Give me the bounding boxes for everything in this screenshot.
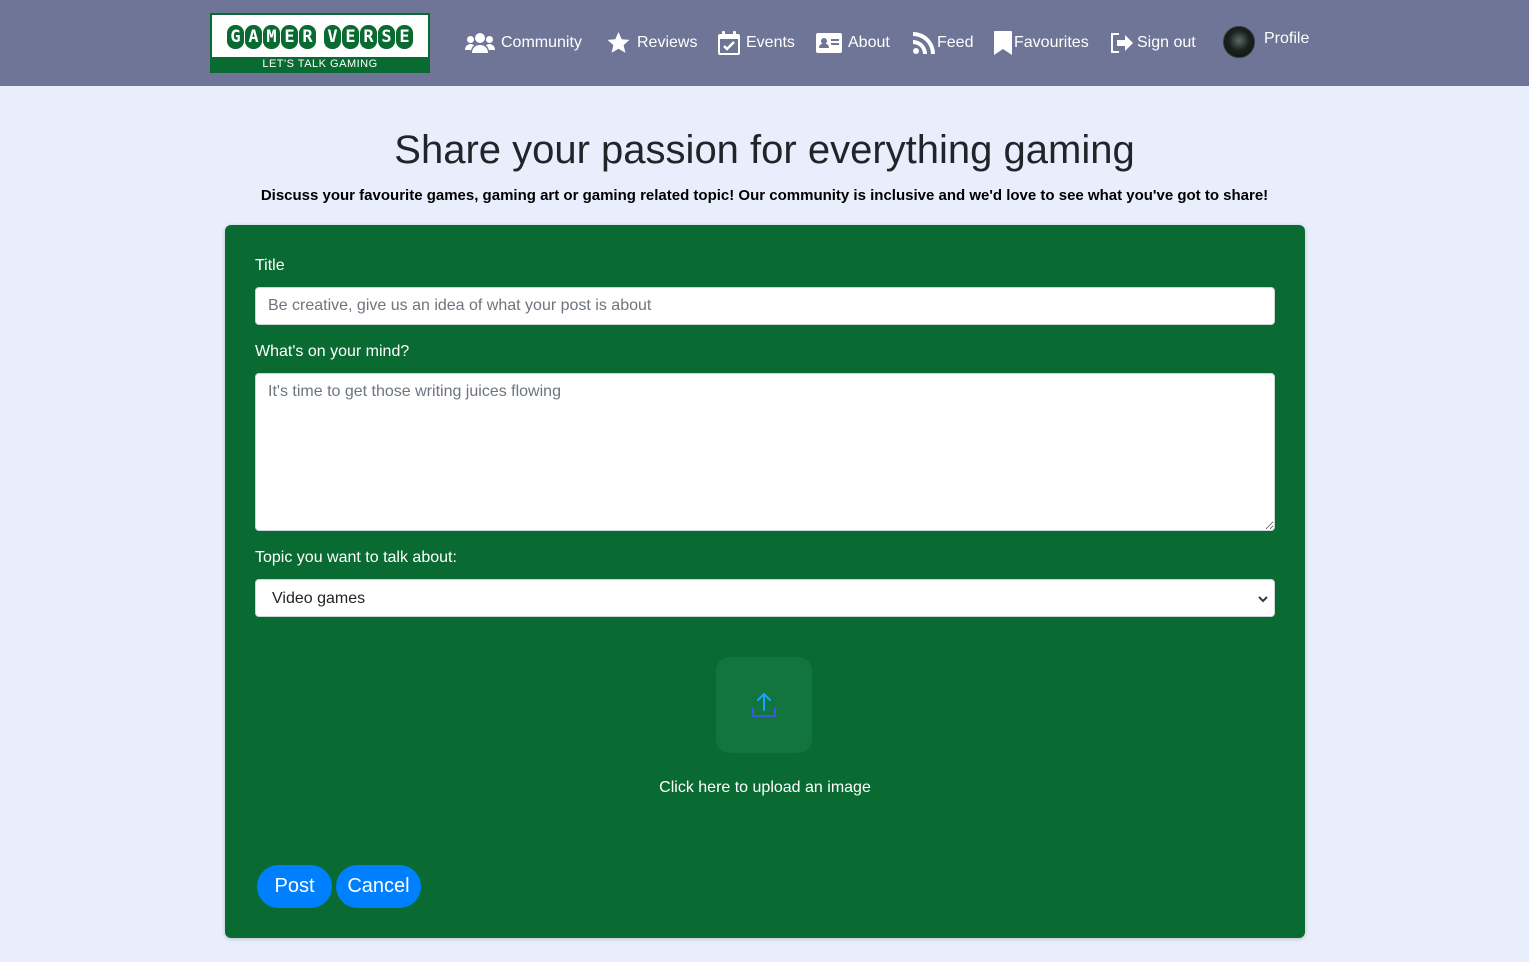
create-post-form: Title What's on your mind? Topic you wan… (225, 225, 1305, 938)
star-icon (607, 32, 630, 53)
topic-select[interactable]: Video games (255, 579, 1275, 617)
sign-out-icon (1111, 33, 1133, 53)
users-icon (465, 33, 495, 53)
nav-community-label: Community (501, 34, 582, 51)
nav-favourites-label: Favourites (1014, 34, 1089, 51)
nav-reviews[interactable]: Reviews (606, 28, 697, 58)
cancel-button[interactable]: Cancel (336, 865, 421, 908)
nav-events[interactable]: Events (718, 28, 795, 58)
nav-community[interactable]: Community (465, 28, 582, 58)
nav-feed[interactable]: Feed (913, 28, 973, 58)
id-card-icon (816, 33, 842, 53)
calendar-check-icon (718, 31, 740, 55)
nav-reviews-label: Reviews (637, 34, 698, 51)
page-subtitle: Discuss your favourite games, gaming art… (260, 187, 1269, 204)
content-label: What's on your mind? (255, 343, 410, 360)
nav-events-label: Events (746, 34, 795, 51)
upload-image-button[interactable] (716, 657, 812, 753)
nav-favourites[interactable]: Favourites (994, 28, 1089, 58)
content-textarea[interactable] (255, 373, 1275, 531)
title-label: Title (255, 257, 285, 274)
nav-sign-out-label: Sign out (1137, 34, 1196, 51)
upload-image-label[interactable]: Click here to upload an image (225, 779, 1305, 797)
nav-profile-label: Profile (1264, 30, 1310, 47)
nav-profile[interactable]: Profile (1223, 26, 1309, 58)
rss-icon (913, 32, 935, 54)
nav-about[interactable]: About (816, 28, 890, 58)
title-input[interactable] (255, 287, 1275, 325)
logo-tagline: LET'S TALK GAMING (212, 57, 428, 71)
logo-title: G A M E R V E R S E (222, 23, 418, 51)
navbar: G A M E R V E R S E LET'S TALK GAMING Co… (0, 0, 1529, 86)
bookmark-icon (994, 31, 1012, 55)
topic-label: Topic you want to talk about: (255, 549, 457, 566)
site-logo[interactable]: G A M E R V E R S E LET'S TALK GAMING (210, 13, 430, 73)
upload-icon (752, 692, 776, 717)
nav-feed-label: Feed (937, 34, 974, 51)
nav-about-label: About (848, 34, 890, 51)
avatar (1223, 26, 1255, 58)
nav-sign-out[interactable]: Sign out (1111, 28, 1196, 58)
post-button[interactable]: Post (257, 865, 332, 908)
page-title: Share your passion for everything gaming (394, 128, 1135, 172)
